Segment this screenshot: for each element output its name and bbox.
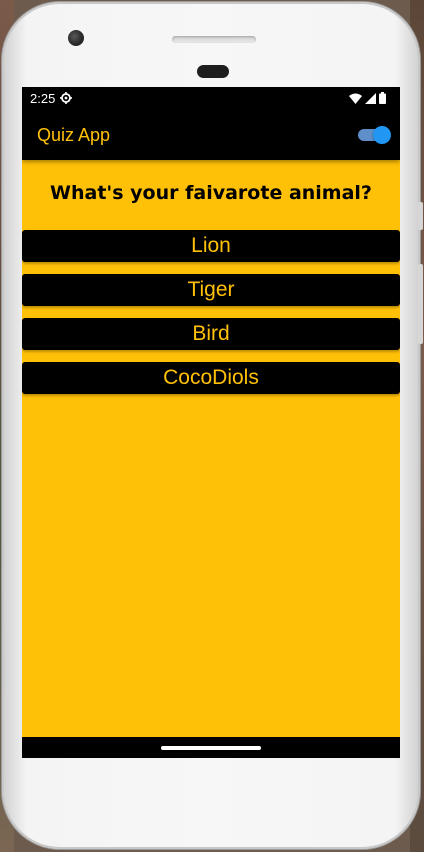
wifi-icon [349,93,362,104]
answer-button-cocodiols[interactable]: CocoDiols [22,362,400,394]
proximity-sensor [197,65,229,78]
status-bar: 2:25 [22,87,400,110]
phone-side-button-top [418,202,423,230]
navigation-bar [22,737,400,758]
app-bar: Quiz App [22,110,400,160]
answer-button-lion[interactable]: Lion [22,230,400,262]
app-title: Quiz App [37,125,111,145]
home-gesture-handle[interactable] [161,746,261,750]
front-camera [68,30,84,46]
gear-icon [60,92,72,107]
earpiece-speaker [172,36,256,43]
answer-button-tiger[interactable]: Tiger [22,274,400,306]
status-time: 2:25 [30,91,56,106]
answer-button-bird[interactable]: Bird [22,318,400,350]
phone-side-button-volume [418,264,423,344]
theme-toggle-switch[interactable] [358,126,391,144]
app-screen: 2:25 Quiz App What's your faivarote anim… [22,87,400,758]
status-icons [349,92,386,104]
battery-icon [379,92,386,104]
signal-icon [365,92,376,104]
question-text: What's your faivarote animal? [50,182,372,204]
toggle-thumb [373,126,391,144]
